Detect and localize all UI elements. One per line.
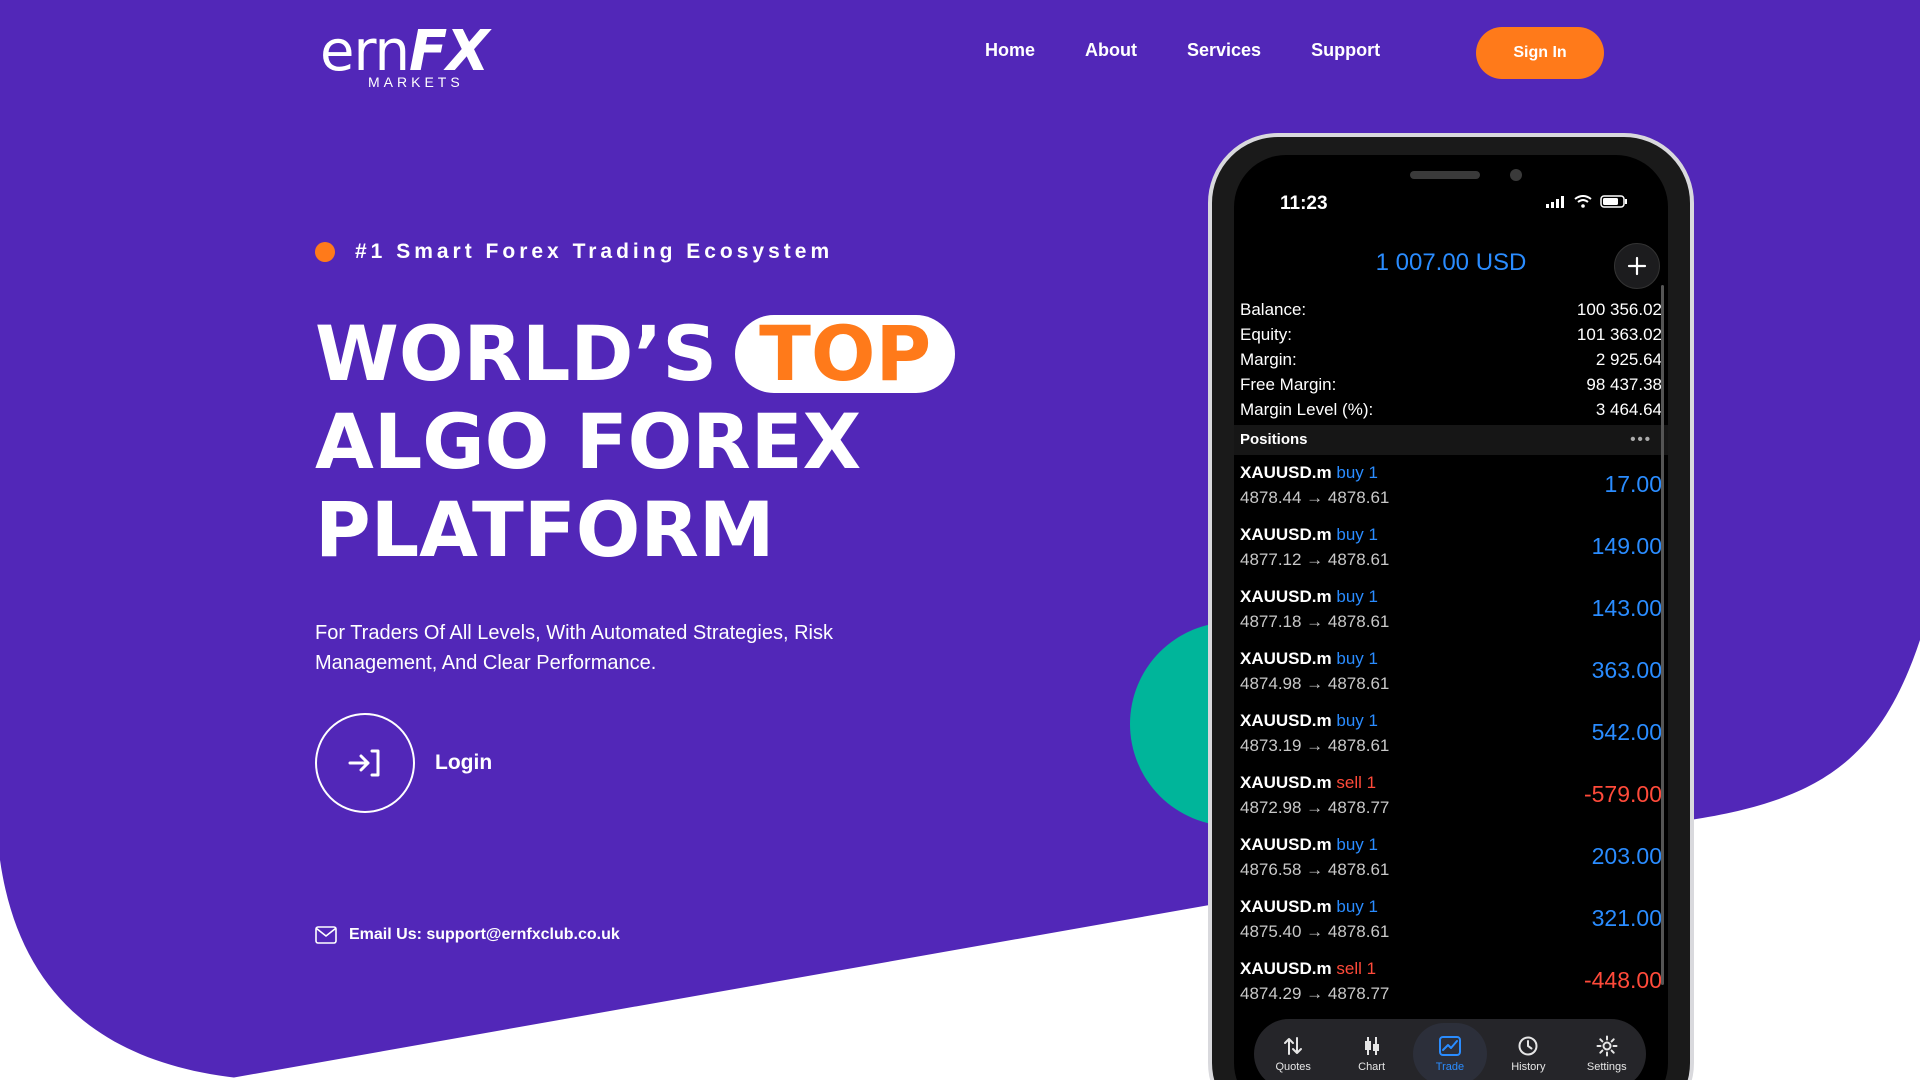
- bottom-tab-bar: Quotes Chart Trade History Settings: [1254, 1019, 1646, 1080]
- account-row-margin: Margin: 2 925.64: [1240, 350, 1662, 369]
- signal-icon: [1546, 195, 1564, 208]
- tab-quotes[interactable]: Quotes: [1256, 1023, 1330, 1080]
- nav-support[interactable]: Support: [1311, 40, 1380, 61]
- phone-speaker: [1410, 171, 1480, 179]
- mail-icon: [315, 926, 337, 944]
- tab-trade[interactable]: Trade: [1412, 1023, 1487, 1080]
- position-row[interactable]: XAUUSD.m buy 1 4875.40 → 4878.61 321.00: [1234, 895, 1668, 957]
- position-pnl: 143.00: [1591, 595, 1662, 621]
- brand-logo[interactable]: ernFX MARKETS: [320, 24, 489, 91]
- battery-icon: [1600, 195, 1627, 208]
- position-row[interactable]: XAUUSD.m buy 1 4876.58 → 4878.61 203.00: [1234, 833, 1668, 895]
- account-row-balance: Balance: 100 356.02: [1240, 300, 1662, 319]
- position-pnl: -579.00: [1583, 781, 1662, 807]
- position-side: buy 1: [1336, 711, 1378, 730]
- phone-mockup: 11:23 1 007.00 USD Balance: 100 356.02 Eq…: [1208, 133, 1694, 1080]
- position-pnl: 149.00: [1591, 533, 1662, 559]
- phone-screen: 11:23 1 007.00 USD Balance: 100 356.02 Eq…: [1234, 155, 1668, 1080]
- headline-line-1: WORLD’S: [315, 309, 718, 398]
- position-side: buy 1: [1336, 835, 1378, 854]
- positions-header: Positions •••: [1234, 425, 1668, 455]
- tagline-text: #1 Smart Forex Trading Ecosystem: [355, 240, 834, 263]
- new-order-button[interactable]: [1614, 243, 1660, 289]
- position-row[interactable]: XAUUSD.m buy 1 4877.12 → 4878.61 149.00: [1234, 523, 1668, 585]
- balance-header[interactable]: 1 007.00 USD: [1234, 249, 1668, 277]
- headline-line-2: ALGO FOREX: [315, 397, 862, 486]
- scroll-indicator[interactable]: [1661, 285, 1664, 985]
- position-side: sell 1: [1336, 773, 1377, 792]
- tab-settings[interactable]: Settings: [1570, 1023, 1644, 1080]
- position-row[interactable]: XAUUSD.m sell 1 4874.29 → 4878.77 -448.00: [1234, 957, 1668, 1019]
- hero-subtitle: For Traders Of All Levels, With Automate…: [315, 622, 833, 674]
- status-icons: [1546, 195, 1628, 208]
- history-icon: [1518, 1036, 1538, 1056]
- position-side: buy 1: [1336, 587, 1378, 606]
- position-row[interactable]: XAUUSD.m buy 1 4874.98 → 4878.61 363.00: [1234, 647, 1668, 709]
- more-options-icon[interactable]: •••: [1630, 425, 1652, 455]
- account-row-equity: Equity: 101 363.02: [1240, 325, 1662, 344]
- headline-line-3: PLATFORM: [315, 485, 775, 574]
- position-side: buy 1: [1336, 525, 1378, 544]
- nav-home[interactable]: Home: [985, 40, 1035, 61]
- login-button[interactable]: [315, 713, 415, 813]
- candlestick-icon: [1364, 1037, 1379, 1055]
- status-time: 11:23: [1280, 193, 1328, 214]
- positions-title: Positions: [1240, 431, 1308, 448]
- position-pnl: 363.00: [1591, 657, 1662, 683]
- email-contact[interactable]: Email Us: support@ernfxclub.co.uk: [315, 926, 620, 944]
- login-label[interactable]: Login: [435, 751, 492, 775]
- account-summary: Balance: 100 356.02 Equity: 101 363.02 Mar…: [1240, 297, 1662, 422]
- main-nav: Home About Services Support: [985, 40, 1430, 61]
- phone-camera: [1510, 169, 1522, 181]
- position-side: buy 1: [1336, 463, 1378, 482]
- email-text[interactable]: Email Us: support@ernfxclub.co.uk: [349, 926, 620, 944]
- sign-in-button[interactable]: Sign In: [1476, 27, 1604, 79]
- position-side: buy 1: [1336, 897, 1378, 916]
- tab-chart[interactable]: Chart: [1335, 1023, 1409, 1080]
- position-row[interactable]: XAUUSD.m buy 1 4878.44 → 4878.61 17.00: [1234, 461, 1668, 523]
- position-pnl: 203.00: [1591, 843, 1662, 869]
- positions-list: XAUUSD.m buy 1 4878.44 → 4878.61 17.00 XAUU…: [1234, 461, 1668, 1019]
- logo-subtitle: MARKETS: [368, 74, 464, 90]
- nav-about[interactable]: About: [1085, 40, 1137, 61]
- trade-chart-icon: [1438, 1036, 1461, 1056]
- position-row[interactable]: XAUUSD.m sell 1 4872.98 → 4878.77 -579.00: [1234, 771, 1668, 833]
- position-row[interactable]: XAUUSD.m buy 1 4877.18 → 4878.61 143.00: [1234, 585, 1668, 647]
- gear-icon: [1596, 1035, 1618, 1057]
- position-pnl: 17.00: [1604, 471, 1662, 497]
- wifi-icon: [1574, 195, 1592, 208]
- position-row[interactable]: XAUUSD.m buy 1 4873.19 → 4878.61 542.00: [1234, 709, 1668, 771]
- account-row-margin-level: Margin Level (%): 3 464.64: [1240, 400, 1662, 419]
- position-pnl: 542.00: [1591, 719, 1662, 745]
- position-side: buy 1: [1336, 649, 1378, 668]
- hero-headline: WORLD’S TOP ALGO FOREX PLATFORM: [315, 309, 956, 574]
- position-side: sell 1: [1336, 959, 1377, 978]
- orange-bullet-icon: [315, 242, 335, 262]
- login-arrow-icon: [348, 749, 380, 777]
- headline-highlight-pill: TOP: [735, 310, 956, 398]
- arrows-up-down-icon: [1284, 1037, 1303, 1055]
- account-row-free-margin: Free Margin: 98 437.38: [1240, 375, 1662, 394]
- position-pnl: -448.00: [1583, 967, 1662, 993]
- position-pnl: 321.00: [1591, 905, 1662, 931]
- hero-tagline: #1 Smart Forex Trading Ecosystem: [315, 240, 833, 264]
- plus-icon: [1627, 256, 1647, 276]
- tab-history[interactable]: History: [1491, 1023, 1565, 1080]
- nav-services[interactable]: Services: [1187, 40, 1261, 61]
- login-cta[interactable]: Login: [315, 713, 492, 813]
